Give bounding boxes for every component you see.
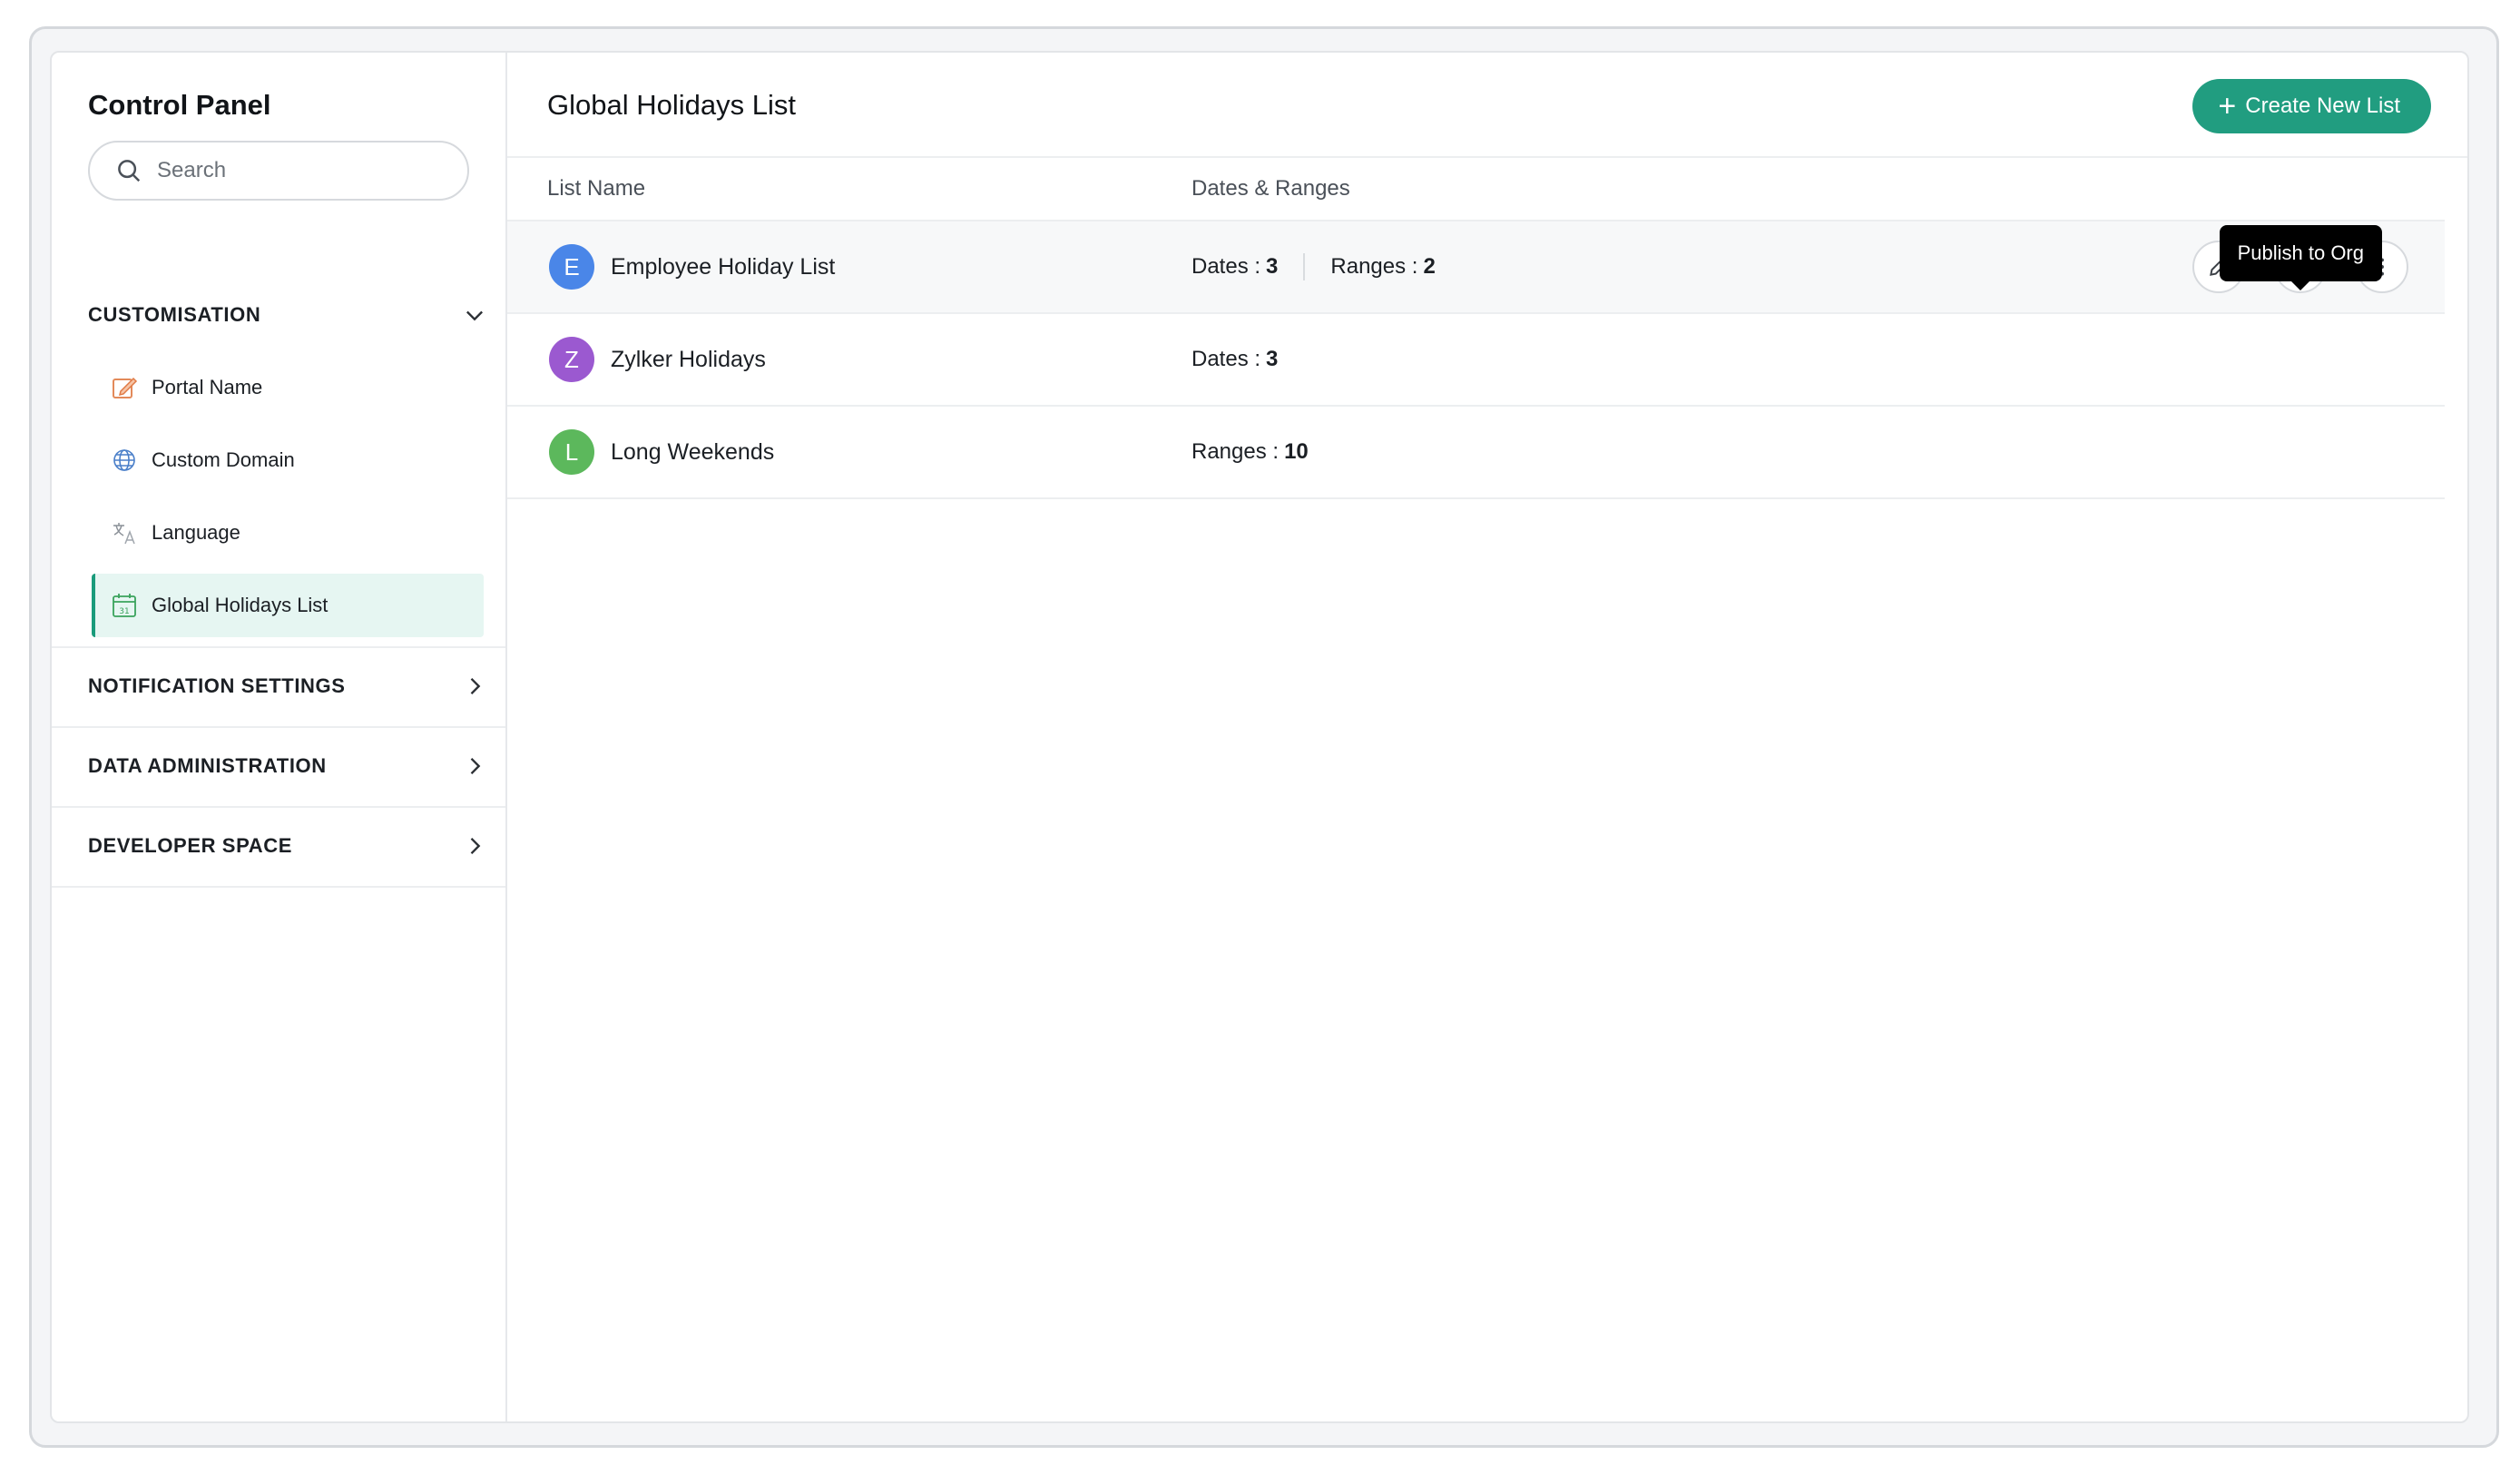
list-name[interactable]: Employee Holiday List xyxy=(611,254,835,280)
table-row[interactable]: Z Zylker Holidays Dates : 3 xyxy=(507,314,2445,407)
section-label: NOTIFICATION SETTINGS xyxy=(88,674,346,697)
column-header-dates-ranges: Dates & Ranges xyxy=(1191,176,1350,201)
dates-value: 3 xyxy=(1266,254,1279,279)
avatar: E xyxy=(549,244,594,290)
translate-icon xyxy=(110,518,139,547)
chevron-right-icon xyxy=(470,758,481,774)
table-row[interactable]: L Long Weekends Ranges : 10 xyxy=(507,407,2445,499)
dates-ranges: Dates : 3 Ranges : 2 xyxy=(1191,253,1436,280)
search-box[interactable] xyxy=(88,141,469,201)
dates-label: Dates : xyxy=(1191,254,1261,279)
ranges-label: Ranges : xyxy=(1330,254,1418,279)
divider xyxy=(52,726,505,728)
sidebar-item-custom-domain[interactable]: Custom Domain xyxy=(92,428,484,492)
search-input[interactable] xyxy=(157,158,447,183)
divider xyxy=(52,886,505,888)
section-customisation[interactable]: CUSTOMISATION xyxy=(88,288,487,342)
portal-name-icon xyxy=(110,373,139,402)
sidebar-item-label: Global Holidays List xyxy=(152,594,328,616)
section-label: CUSTOMISATION xyxy=(88,303,261,326)
separator xyxy=(1303,253,1306,280)
ranges-value: 10 xyxy=(1284,439,1309,464)
sidebar-item-label: Portal Name xyxy=(152,376,263,398)
avatar: Z xyxy=(549,337,594,382)
sidebar-title: Control Panel xyxy=(88,89,271,121)
plus-icon: + xyxy=(2218,89,2237,123)
app-window: Control Panel CUSTOMISATION Portal Name … xyxy=(50,51,2469,1423)
dates-ranges: Dates : 3 xyxy=(1191,347,1278,372)
globe-icon xyxy=(110,446,139,475)
ranges-value: 2 xyxy=(1423,254,1436,279)
section-label: DATA ADMINISTRATION xyxy=(88,754,327,777)
sidebar-item-portal-name[interactable]: Portal Name xyxy=(92,356,484,419)
main-content: Global Holidays List + Create New List L… xyxy=(507,53,2467,1421)
section-notification-settings[interactable]: NOTIFICATION SETTINGS xyxy=(88,659,487,713)
section-developer-space[interactable]: DEVELOPER SPACE xyxy=(88,819,487,873)
divider xyxy=(52,806,505,808)
column-header-list-name: List Name xyxy=(547,176,646,201)
sidebar-item-language[interactable]: Language xyxy=(92,501,484,565)
dates-ranges: Ranges : 10 xyxy=(1191,439,1309,465)
sidebar: Control Panel CUSTOMISATION Portal Name … xyxy=(52,53,507,1421)
sidebar-item-label: Language xyxy=(152,521,240,544)
chevron-right-icon xyxy=(470,838,481,854)
sidebar-item-label: Custom Domain xyxy=(152,448,295,471)
holidays-table: List Name Dates & Ranges E Employee Holi… xyxy=(507,158,2445,499)
search-icon xyxy=(118,160,141,182)
svg-text:31: 31 xyxy=(119,607,129,616)
page-title: Global Holidays List xyxy=(547,89,796,121)
avatar: L xyxy=(549,429,594,475)
publish-tooltip: Publish to Org xyxy=(2219,225,2382,290)
chevron-down-icon xyxy=(466,310,483,321)
ranges-label: Ranges : xyxy=(1191,439,1280,464)
section-data-administration[interactable]: DATA ADMINISTRATION xyxy=(88,739,487,793)
create-new-list-button[interactable]: + Create New List xyxy=(2192,79,2431,133)
chevron-right-icon xyxy=(470,678,481,694)
dates-value: 3 xyxy=(1266,347,1279,371)
table-header: List Name Dates & Ranges xyxy=(507,158,2445,221)
list-name[interactable]: Zylker Holidays xyxy=(611,347,766,373)
table-row[interactable]: E Employee Holiday List Dates : 3 Ranges… xyxy=(507,221,2445,314)
dates-label: Dates : xyxy=(1191,347,1261,371)
divider xyxy=(52,646,505,648)
section-label: DEVELOPER SPACE xyxy=(88,834,292,857)
list-name[interactable]: Long Weekends xyxy=(611,439,774,466)
calendar-icon: 31 xyxy=(110,591,139,620)
create-button-label: Create New List xyxy=(2245,93,2400,118)
sidebar-item-global-holidays-list[interactable]: 31 Global Holidays List xyxy=(92,574,484,637)
